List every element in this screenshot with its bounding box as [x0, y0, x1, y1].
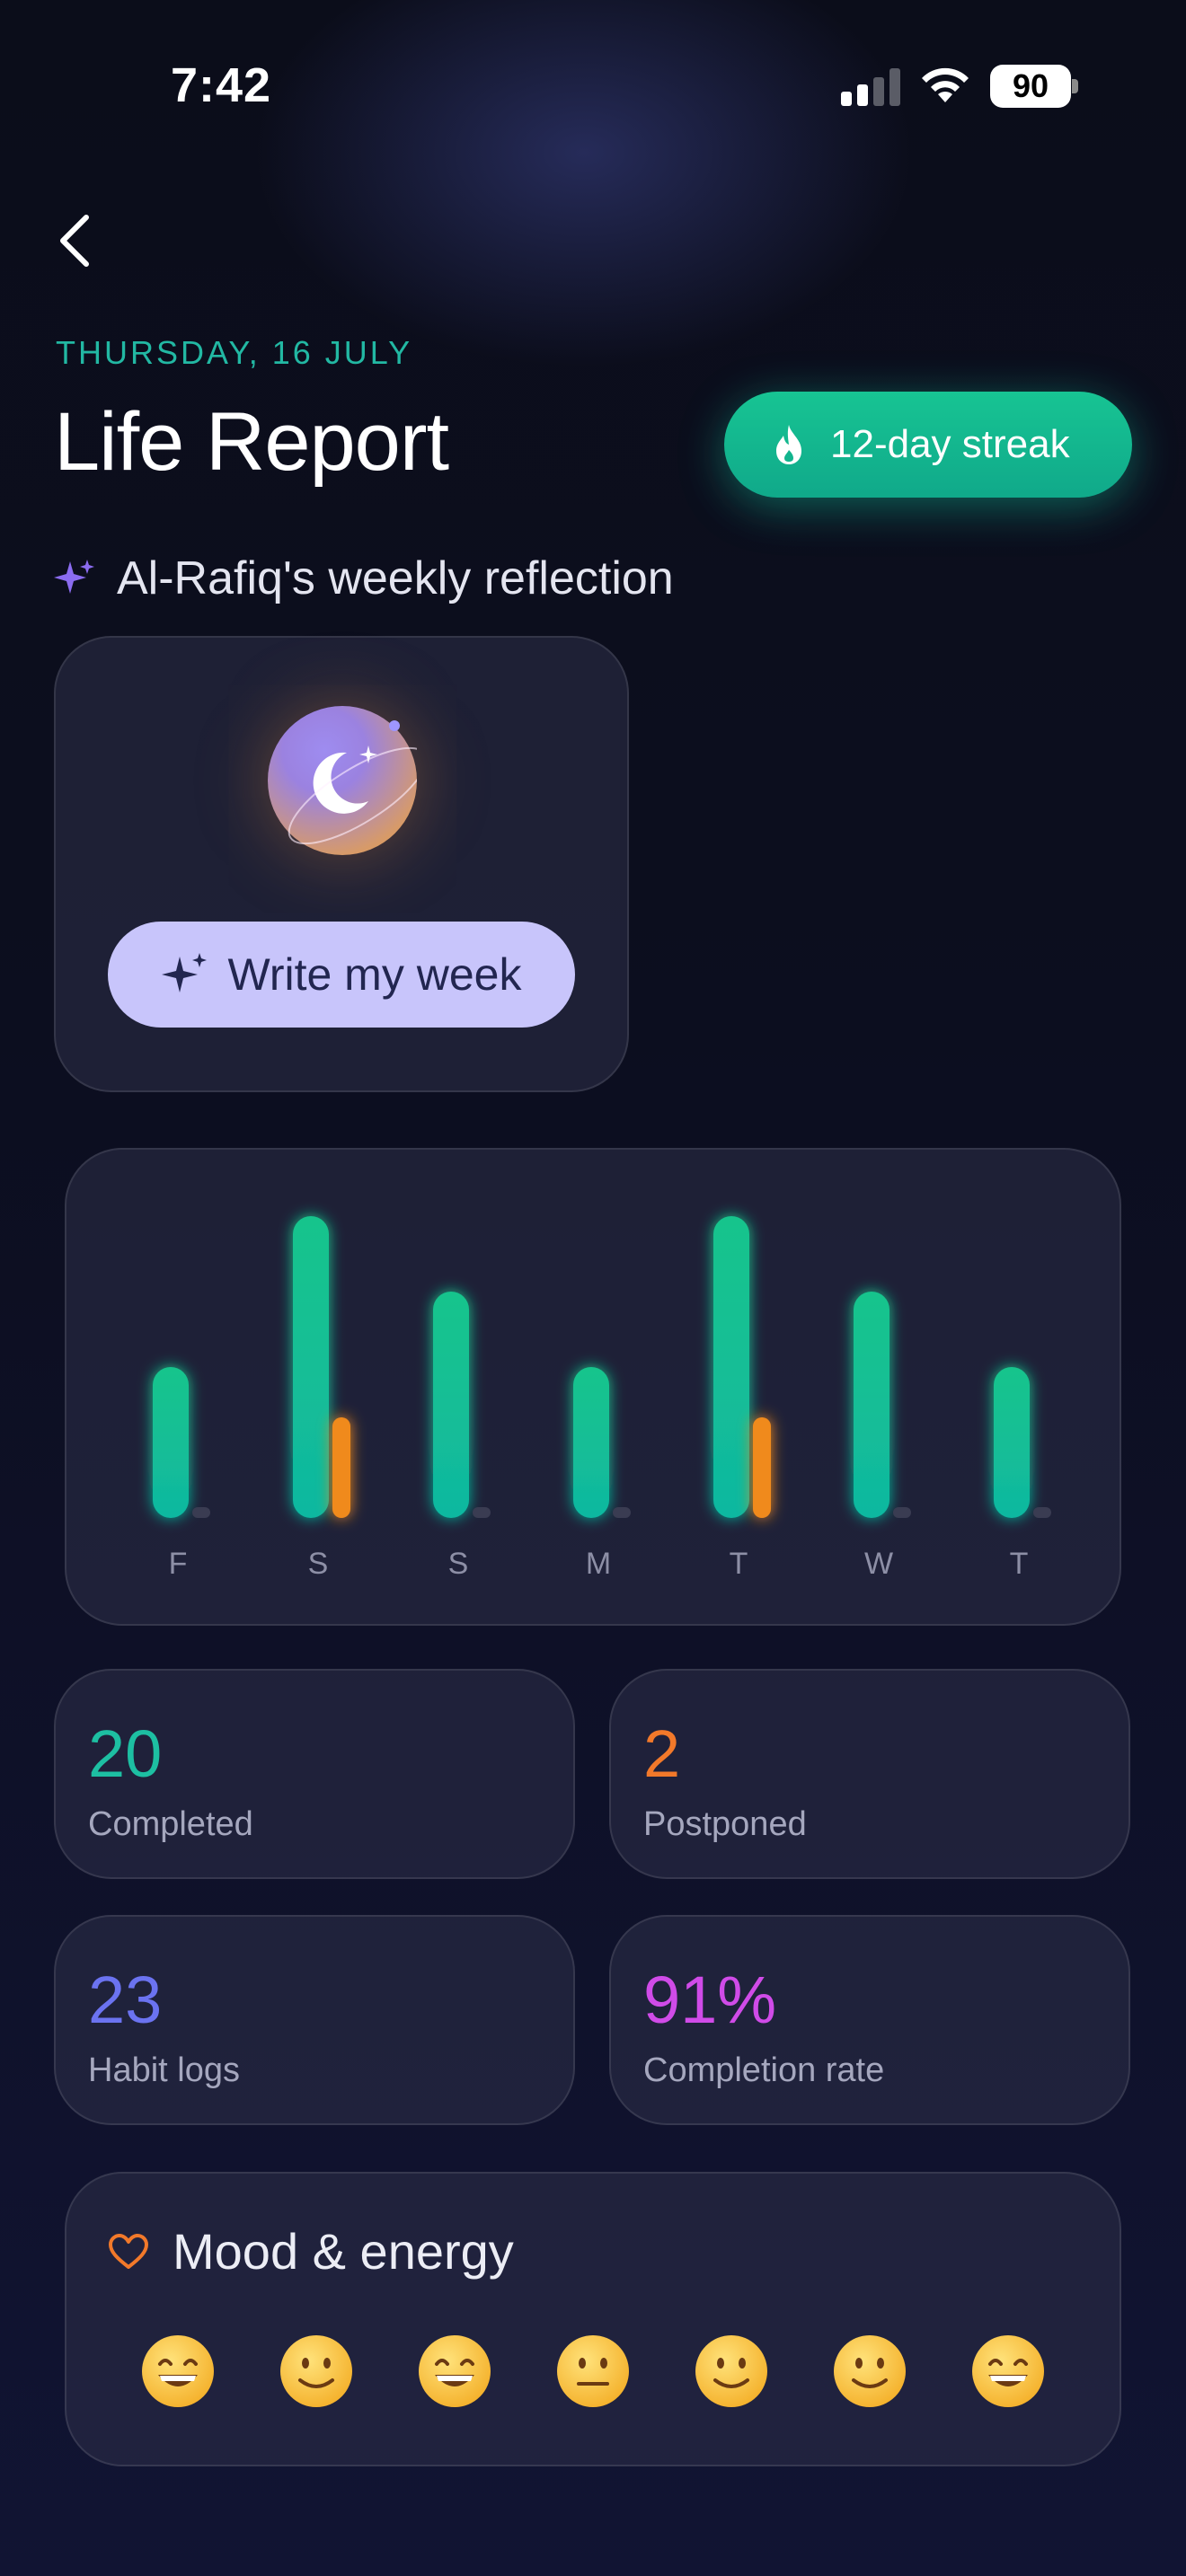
x-tick-label: T [730, 1547, 748, 1581]
bar-completed [433, 1292, 469, 1518]
page-date: THURSDAY, 16 JULY [56, 334, 413, 371]
bar-postponed-empty [893, 1507, 911, 1518]
battery-indicator: 90 [990, 65, 1071, 108]
stat-value: 2 [643, 1716, 681, 1791]
reflection-heading: Al-Rafiq's weekly reflection [117, 552, 674, 604]
page-title: Life Report [54, 396, 449, 488]
write-my-week-label: Write my week [227, 949, 522, 1000]
bar-completed [854, 1292, 890, 1518]
write-my-week-button[interactable]: Write my week [108, 922, 575, 1028]
bar-postponed-empty [613, 1507, 631, 1518]
battery-cap [1072, 79, 1078, 93]
sparkles-icon [54, 560, 94, 594]
status-time: 7:42 [171, 58, 272, 112]
mood-emoji-grin-icon [142, 2335, 214, 2407]
bar-postponed-empty [473, 1507, 491, 1518]
mood-emoji-grin-icon [419, 2335, 491, 2407]
stat-label: Habit logs [88, 2051, 240, 2089]
sparkles-icon [161, 953, 207, 992]
bar-postponed [332, 1417, 350, 1518]
x-tick-label: W [864, 1547, 893, 1581]
stat-completion-rate: 91% Completion rate [609, 1915, 1130, 2125]
bar-completed [153, 1367, 189, 1518]
mood-heading-row: Mood & energy [108, 2222, 514, 2280]
stat-label: Completion rate [643, 2051, 885, 2089]
bar-completed [713, 1216, 749, 1518]
mood-emoji-grin-icon [972, 2335, 1044, 2407]
mood-emoji-smile-icon [280, 2335, 352, 2407]
streak-badge[interactable]: 12-day streak [724, 392, 1132, 498]
chevron-left-icon[interactable] [50, 212, 101, 269]
bar-postponed-empty [192, 1507, 210, 1518]
mood-title: Mood & energy [173, 2223, 514, 2280]
mood-emoji-smile-icon [834, 2335, 906, 2407]
wifi-icon [922, 67, 969, 102]
bar-completed [293, 1216, 329, 1518]
stat-postponed: 2 Postponed [609, 1669, 1130, 1879]
stat-value: 23 [88, 1963, 163, 2037]
stat-habit-logs: 23 Habit logs [54, 1915, 575, 2125]
mood-emoji-smile-icon [695, 2335, 767, 2407]
x-tick-label: S [448, 1547, 469, 1581]
stat-label: Postponed [643, 1805, 807, 1843]
bar-completed [573, 1367, 609, 1518]
x-tick-label: T [1010, 1547, 1029, 1581]
stat-value: 20 [88, 1716, 163, 1791]
x-tick-label: F [169, 1547, 188, 1581]
x-tick-label: S [308, 1547, 329, 1581]
x-tick-label: M [586, 1547, 611, 1581]
stat-value: 91% [643, 1963, 777, 2037]
mood-energy-card [65, 2172, 1121, 2466]
cellular-signal-icon [841, 66, 900, 106]
flame-icon [776, 425, 801, 464]
weekly-bar-chart: FSSMTWT [153, 1216, 1051, 1581]
stat-completed: 20 Completed [54, 1669, 575, 1879]
heart-icon [109, 2233, 148, 2269]
bar-postponed [753, 1417, 771, 1518]
mood-emoji-neutral-icon [557, 2335, 629, 2407]
bar-completed [994, 1367, 1030, 1518]
bar-postponed-empty [1033, 1507, 1051, 1518]
streak-label: 12-day streak [830, 422, 1070, 466]
reflection-heading-row: Al-Rafiq's weekly reflection [54, 551, 674, 605]
stat-label: Completed [88, 1805, 253, 1843]
moon-orb-icon [268, 706, 417, 855]
